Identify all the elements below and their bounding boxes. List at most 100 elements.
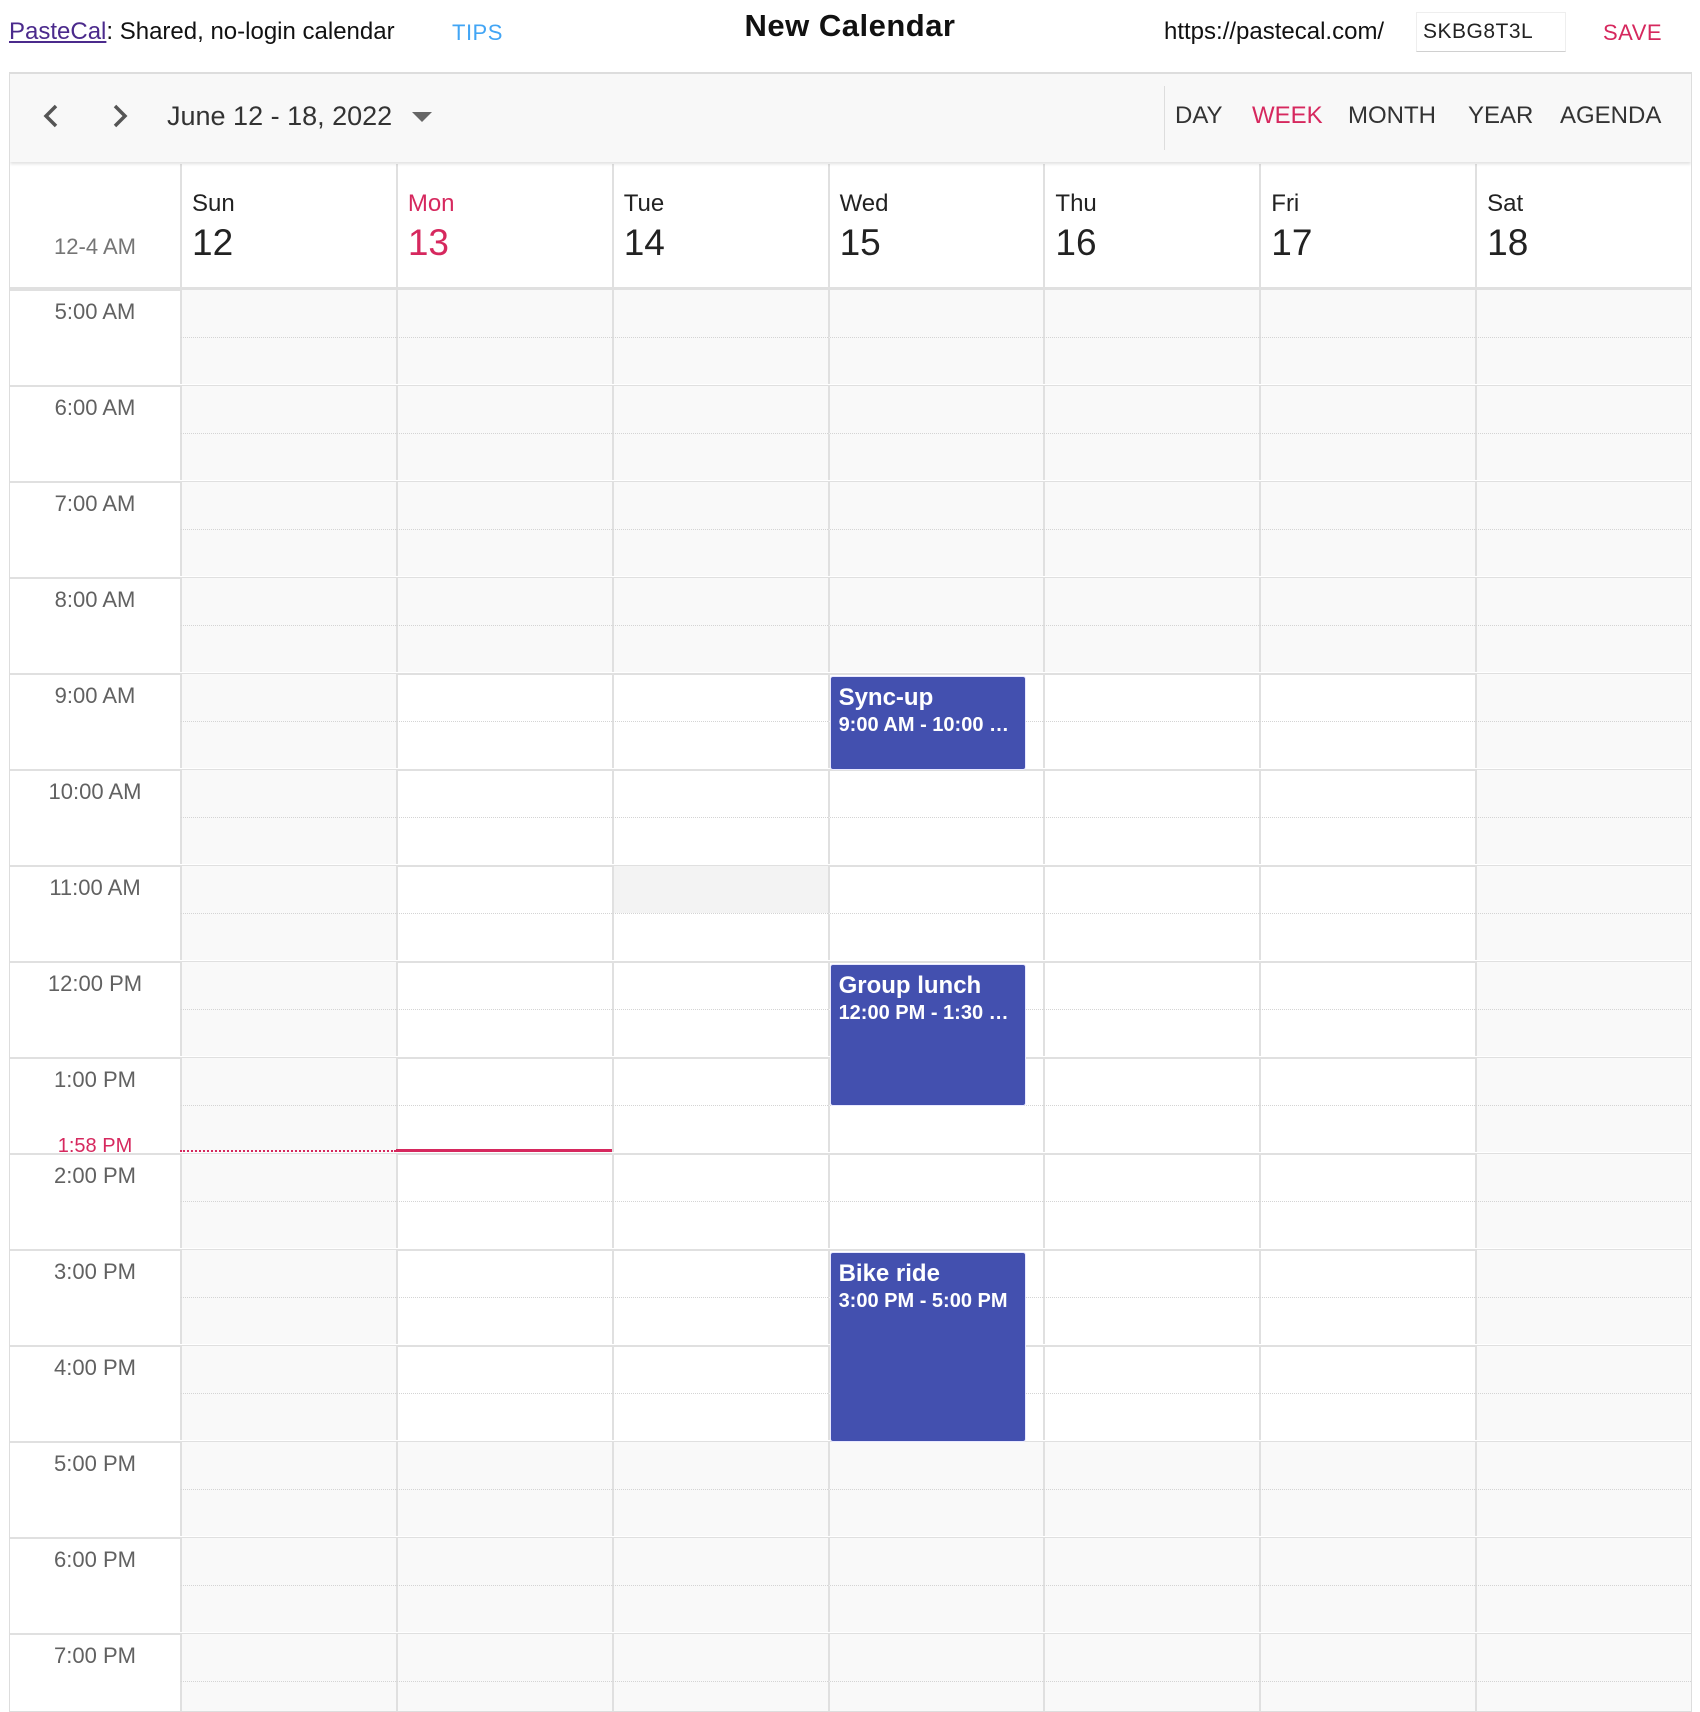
- time-slot[interactable]: [611, 866, 828, 913]
- time-slot[interactable]: [1043, 721, 1260, 768]
- time-slot[interactable]: [827, 817, 1044, 864]
- time-slot[interactable]: [611, 1250, 828, 1297]
- time-slot[interactable]: [611, 337, 828, 384]
- time-slot[interactable]: [395, 386, 612, 433]
- day-number[interactable]: 14: [624, 222, 665, 264]
- time-slot[interactable]: [1259, 482, 1476, 529]
- time-slot[interactable]: [1043, 674, 1259, 721]
- time-slot[interactable]: [1259, 1201, 1476, 1248]
- time-slot[interactable]: [611, 529, 828, 576]
- previous-week-button[interactable]: [32, 96, 72, 136]
- time-slot[interactable]: [395, 962, 612, 1009]
- time-slot[interactable]: [1475, 290, 1691, 337]
- time-slot[interactable]: [180, 721, 396, 768]
- time-slot[interactable]: [827, 290, 1044, 337]
- time-slot[interactable]: [1475, 1585, 1691, 1632]
- time-slot[interactable]: [180, 290, 396, 337]
- day-number[interactable]: 12: [192, 222, 233, 264]
- time-slot[interactable]: [1475, 1105, 1691, 1152]
- time-slot[interactable]: [1475, 529, 1691, 576]
- caret-down-icon[interactable]: [412, 112, 432, 122]
- time-slot[interactable]: [1259, 1009, 1476, 1056]
- day-header-mon[interactable]: Mon 13: [395, 164, 612, 288]
- time-slot[interactable]: [395, 1538, 612, 1585]
- time-slot[interactable]: [827, 625, 1044, 672]
- time-slot[interactable]: [1043, 1489, 1260, 1536]
- time-slot[interactable]: [827, 1538, 1044, 1585]
- event-sync-up[interactable]: Sync-up 9:00 AM - 10:00 …: [829, 676, 1027, 770]
- view-month-button[interactable]: MONTH: [1348, 102, 1436, 130]
- time-slot[interactable]: [1259, 1634, 1476, 1681]
- day-header-fri[interactable]: Fri 17: [1259, 164, 1476, 288]
- time-slot[interactable]: [1043, 1538, 1260, 1585]
- date-range-selector[interactable]: June 12 - 18, 2022: [167, 101, 392, 132]
- day-number[interactable]: 15: [840, 222, 881, 264]
- time-slot[interactable]: [1475, 1538, 1691, 1585]
- time-slot[interactable]: [180, 1393, 396, 1440]
- day-header-thu[interactable]: Thu 16: [1043, 164, 1260, 288]
- time-slot[interactable]: [1259, 1585, 1476, 1632]
- time-slot[interactable]: [180, 1585, 396, 1632]
- time-slot[interactable]: [1259, 866, 1475, 913]
- time-slot[interactable]: [611, 1681, 828, 1711]
- time-slot[interactable]: [827, 482, 1044, 529]
- time-slot[interactable]: [1043, 433, 1260, 480]
- calendar-url-input[interactable]: [1416, 12, 1566, 52]
- time-slot[interactable]: [1043, 625, 1260, 672]
- time-slot[interactable]: [395, 1154, 612, 1201]
- time-slot[interactable]: [180, 529, 396, 576]
- time-slot[interactable]: [1475, 721, 1691, 768]
- time-slot[interactable]: [1475, 578, 1691, 625]
- time-slot[interactable]: [611, 721, 828, 768]
- time-slot[interactable]: [1259, 1442, 1476, 1489]
- time-slot[interactable]: [180, 1489, 396, 1536]
- time-slot[interactable]: [180, 578, 396, 625]
- time-slot[interactable]: [1475, 1250, 1691, 1297]
- time-slot[interactable]: [1259, 1297, 1476, 1344]
- day-header-sat[interactable]: Sat 18: [1475, 164, 1691, 288]
- time-slot[interactable]: [395, 625, 612, 672]
- time-slot[interactable]: [395, 1634, 612, 1681]
- time-slot[interactable]: [1475, 1154, 1691, 1201]
- time-slot[interactable]: [1043, 817, 1260, 864]
- time-slot[interactable]: [180, 1250, 396, 1297]
- time-slot[interactable]: [395, 1250, 612, 1297]
- time-slot[interactable]: [611, 1489, 828, 1536]
- time-slot[interactable]: [1259, 433, 1476, 480]
- time-slot[interactable]: [180, 1201, 396, 1248]
- time-slot[interactable]: [827, 1201, 1044, 1248]
- time-slot[interactable]: [1043, 913, 1260, 960]
- time-slot[interactable]: [1043, 962, 1259, 1009]
- time-slot[interactable]: [827, 337, 1044, 384]
- time-slot[interactable]: [1259, 1393, 1476, 1440]
- time-slot[interactable]: [611, 1634, 828, 1681]
- time-slot[interactable]: [1043, 1154, 1259, 1201]
- time-slot[interactable]: [1475, 386, 1691, 433]
- time-slot[interactable]: [180, 337, 396, 384]
- time-slot[interactable]: [395, 913, 612, 960]
- view-agenda-button[interactable]: AGENDA: [1560, 102, 1661, 130]
- time-slot[interactable]: [180, 1105, 396, 1152]
- time-slot[interactable]: [827, 770, 1044, 817]
- time-slot[interactable]: [1043, 337, 1260, 384]
- time-slot[interactable]: [395, 1297, 612, 1344]
- time-slot[interactable]: [1475, 962, 1691, 1009]
- time-slot[interactable]: [1259, 913, 1476, 960]
- time-slot[interactable]: [827, 1489, 1044, 1536]
- time-slot[interactable]: [1475, 1681, 1691, 1711]
- time-slot[interactable]: [180, 1297, 396, 1344]
- time-slot[interactable]: [395, 1346, 612, 1393]
- time-slot[interactable]: [1043, 1346, 1259, 1393]
- time-slot[interactable]: [180, 625, 396, 672]
- time-slot[interactable]: [1043, 1250, 1259, 1297]
- time-slot[interactable]: [395, 433, 612, 480]
- view-week-button[interactable]: WEEK: [1252, 102, 1323, 130]
- time-slot[interactable]: [827, 386, 1044, 433]
- next-week-button[interactable]: [99, 96, 139, 136]
- time-slot[interactable]: [1043, 1297, 1260, 1344]
- time-slot[interactable]: [395, 1681, 612, 1711]
- time-slot[interactable]: [1259, 386, 1476, 433]
- time-slot[interactable]: [180, 482, 396, 529]
- day-number[interactable]: 16: [1055, 222, 1096, 264]
- time-slot[interactable]: [611, 1154, 828, 1201]
